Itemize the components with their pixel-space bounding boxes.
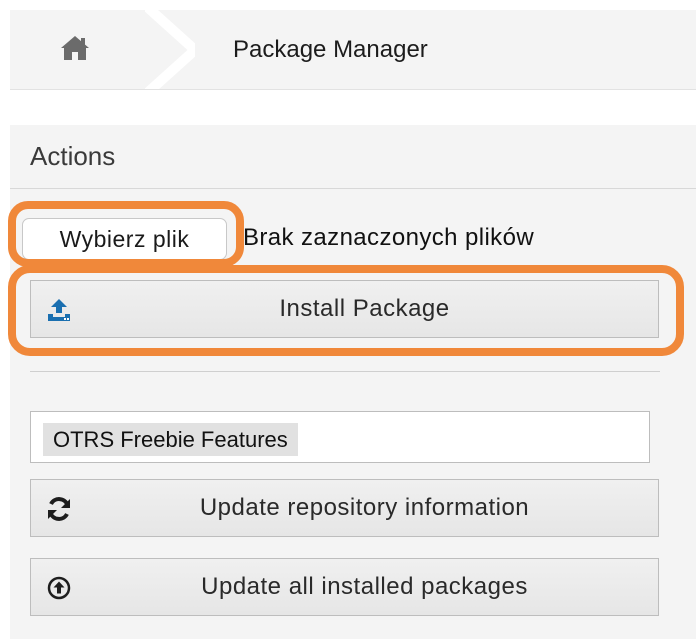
home-icon (59, 33, 91, 68)
upload-icon (45, 296, 73, 324)
page: Package Manager Actions Wybierz plik Bra… (0, 0, 696, 639)
update-all-packages-button[interactable]: Update all installed packages (30, 558, 659, 616)
panel-title: Actions (30, 141, 116, 171)
update-all-packages-label: Update all installed packages (201, 573, 528, 600)
repository-select[interactable]: OTRS Freebie Features (30, 411, 650, 463)
choose-file-button[interactable]: Wybierz plik (22, 218, 227, 260)
breadcrumb-separator (145, 10, 195, 89)
circle-arrow-up-icon (45, 574, 73, 602)
install-package-button[interactable]: Install Package (30, 280, 659, 338)
repository-select-value: OTRS Freebie Features (43, 423, 298, 456)
refresh-icon (45, 495, 73, 523)
install-package-label: Install Package (279, 295, 450, 322)
panel-header: Actions (10, 125, 696, 189)
section-divider (30, 371, 660, 372)
update-repository-label: Update repository information (199, 494, 530, 521)
update-repository-button[interactable]: Update repository information (30, 479, 659, 537)
file-status-text: Brak zaznaczonych plików (243, 224, 535, 251)
breadcrumb-current-page: Package Manager (233, 36, 428, 63)
breadcrumb-home[interactable] (10, 10, 160, 89)
breadcrumb: Package Manager (10, 10, 696, 90)
